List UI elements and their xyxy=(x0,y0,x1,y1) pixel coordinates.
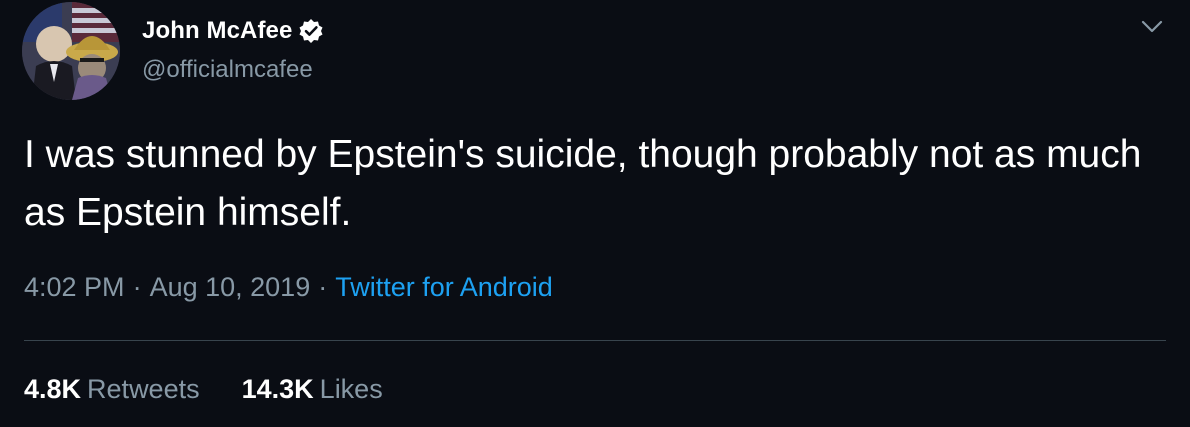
chevron-down-icon[interactable] xyxy=(1140,18,1164,36)
user-handle[interactable]: @officialmcafee xyxy=(142,56,313,84)
meta-separator: · xyxy=(132,272,142,302)
user-name-row[interactable]: John McAfee xyxy=(142,14,324,48)
tweet-meta: 4:02 PM · Aug 10, 2019 · Twitter for Android xyxy=(24,272,553,303)
profile-avatar[interactable] xyxy=(22,2,120,100)
retweets-label: Retweets xyxy=(87,374,200,404)
tweet-stats: 4.8K Retweets 14.3K Likes xyxy=(24,374,425,405)
avatar-image xyxy=(22,2,120,100)
display-name[interactable]: John McAfee xyxy=(142,17,292,45)
retweets-stat[interactable]: 4.8K Retweets xyxy=(24,374,200,405)
divider xyxy=(24,340,1166,341)
likes-stat[interactable]: 14.3K Likes xyxy=(242,374,383,405)
likes-count: 14.3K xyxy=(241,374,314,404)
likes-label: Likes xyxy=(319,374,383,404)
tweet-time[interactable]: 4:02 PM xyxy=(24,272,125,302)
tweet-source-link[interactable]: Twitter for Android xyxy=(335,272,553,302)
retweets-count: 4.8K xyxy=(24,374,82,404)
tweet-card: John McAfee @officialmcafee I was stunne… xyxy=(0,0,1190,427)
meta-separator: · xyxy=(318,272,328,302)
verified-badge-icon xyxy=(298,18,324,44)
tweet-date[interactable]: Aug 10, 2019 xyxy=(150,272,311,302)
tweet-text: I was stunned by Epstein's suicide, thou… xyxy=(24,133,1142,234)
